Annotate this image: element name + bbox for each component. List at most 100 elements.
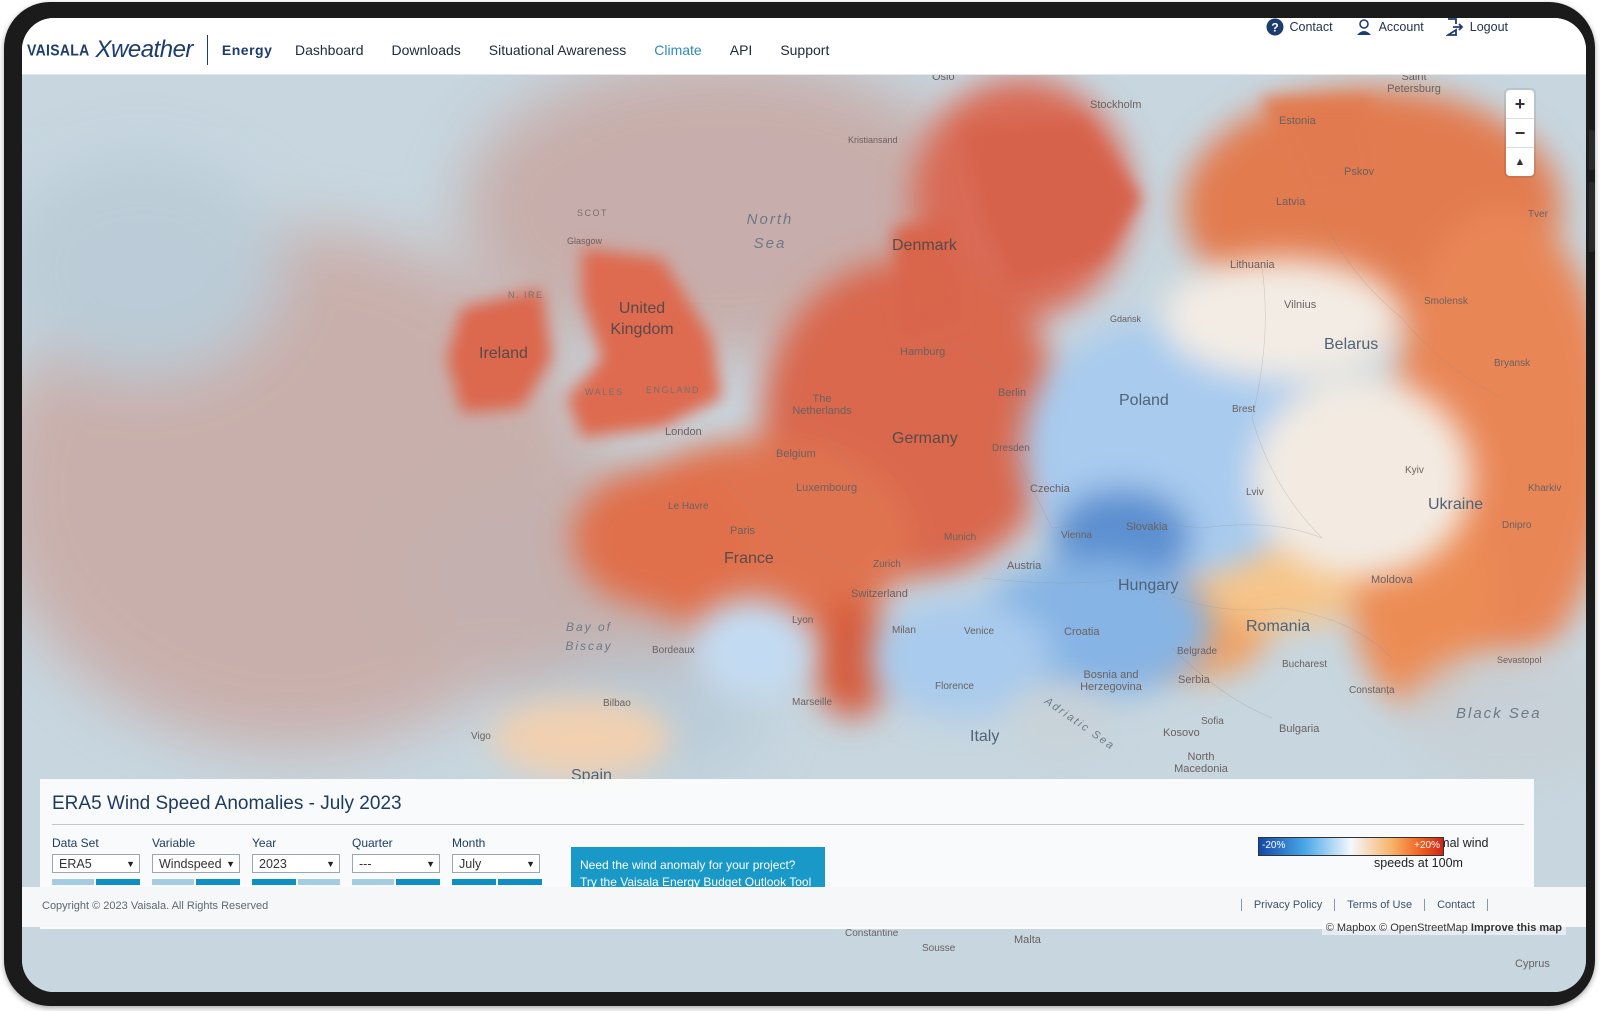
year-label: Year (252, 836, 277, 850)
month-select[interactable]: July ▼ (452, 854, 540, 873)
map-label-city: Lyon (792, 615, 814, 626)
next-button[interactable] (298, 879, 340, 885)
account-link[interactable]: Account (1355, 18, 1424, 36)
map-label-country: Poland (1119, 392, 1169, 409)
zoom-out-button[interactable]: − (1506, 119, 1534, 148)
prev-button[interactable] (252, 879, 296, 885)
map-label-country: France (724, 550, 774, 567)
dataset-label: Data Set (52, 836, 99, 850)
map-label-country: Denmark (892, 237, 957, 254)
prev-button[interactable] (452, 879, 496, 885)
next-button[interactable] (196, 879, 240, 885)
month-buttons (452, 879, 542, 885)
chevron-down-icon: ▼ (526, 858, 535, 869)
variable-select[interactable]: Windspeed ▼ (152, 854, 240, 873)
map-label-city: Dnipro (1502, 520, 1532, 531)
map-label-city: Pskov (1344, 166, 1374, 178)
nav-situational-awareness[interactable]: Situational Awareness (489, 42, 627, 58)
map-label-city: Bilbao (603, 698, 631, 709)
map-label-country: North Macedonia (1174, 751, 1228, 775)
map-label-city: Belgrade (1177, 646, 1218, 657)
reset-bearing-button[interactable]: ▲ (1506, 148, 1534, 176)
next-button[interactable] (96, 879, 140, 885)
next-button[interactable] (498, 879, 542, 885)
brand-logo[interactable]: VAISALA Xweather Energy (27, 35, 272, 65)
map-label-city: Bryansk (1494, 358, 1531, 369)
map-label-region: N. IRE (508, 290, 544, 300)
dataset-select[interactable]: ERA5 ▼ (52, 854, 140, 873)
brand-product: Energy (221, 42, 273, 58)
user-icon (1356, 19, 1371, 35)
map-label-city: Dresden (992, 443, 1030, 454)
month-label: Month (452, 836, 486, 850)
map-label-country: Germany (892, 430, 958, 447)
chevron-down-icon: ▼ (426, 858, 435, 869)
map-label-country: Hungary (1118, 577, 1179, 594)
logout-link[interactable]: Logout (1445, 18, 1508, 36)
nav-support[interactable]: Support (780, 42, 829, 58)
anomaly-legend: rmal wind -20% +20% speeds at 100m (1258, 836, 1490, 889)
map-label-city: Cyprus (1515, 958, 1550, 970)
map-label-country: The Netherlands (792, 393, 852, 417)
logout-icon (1445, 18, 1464, 36)
quarter-value: --- (359, 856, 372, 871)
variable-label: Variable (152, 836, 196, 850)
footer-contact-link[interactable]: Contact (1424, 899, 1488, 911)
panel-divider (52, 824, 1524, 825)
legend-low: -20% (1262, 840, 1286, 851)
variable-field: Variable Windspeed ▼ (152, 836, 242, 885)
copyright: Copyright © 2023 Vaisala. All Rights Res… (42, 900, 269, 912)
map-label-region: WALES (585, 387, 624, 397)
terms-of-use-link[interactable]: Terms of Use (1334, 899, 1424, 911)
main-nav: Dashboard Downloads Situational Awarenes… (295, 42, 829, 58)
quarter-select[interactable]: --- ▼ (352, 854, 440, 873)
map-label-city: Milan (892, 625, 916, 636)
map-label-country: Belarus (1324, 336, 1379, 353)
legend-caption: speeds at 100m (1374, 856, 1463, 870)
map-label-city: Sousse (922, 943, 956, 954)
map-label-city: Hamburg (900, 346, 946, 358)
map-label-city: Malta (1014, 934, 1041, 946)
contact-link[interactable]: ? Contact (1266, 18, 1333, 36)
map-label-country: Bosnia and Herzegovina (1080, 669, 1142, 693)
map-label-city: Kyiv (1405, 465, 1424, 476)
map-label-sea: Black Sea (1456, 705, 1542, 722)
year-select[interactable]: 2023 ▼ (252, 854, 340, 873)
budget-outlook-cta[interactable]: Need the wind anomaly for your project? … (571, 847, 825, 887)
nav-api[interactable]: API (730, 42, 753, 58)
map-label-country: Serbia (1178, 674, 1210, 686)
map-label-city: Constantine (845, 928, 899, 939)
side-button (1589, 182, 1595, 252)
map-label-country: Ireland (479, 345, 528, 362)
brand-vaisala: VAISALA (27, 41, 90, 59)
nav-dashboard[interactable]: Dashboard (295, 42, 364, 58)
map-label-city: Kristiansand (848, 135, 898, 145)
improve-map-link[interactable]: Improve this map (1471, 922, 1562, 934)
variable-value: Windspeed (159, 856, 222, 871)
map-label-sea: North Sea (746, 211, 794, 252)
next-button[interactable] (396, 879, 440, 885)
tablet-frame: Ireland United Kingdom Denmark The Nethe… (4, 2, 1595, 1006)
zoom-in-button[interactable]: + (1506, 90, 1534, 119)
map-label-city: Marseille (792, 697, 833, 708)
prev-button[interactable] (352, 879, 394, 885)
map-label-city: Glasgow (567, 236, 603, 246)
nav-climate[interactable]: Climate (654, 42, 701, 58)
month-value: July (459, 856, 482, 871)
legend-color-bar: -20% +20% (1258, 837, 1444, 856)
prev-button[interactable] (152, 879, 194, 885)
map-label-city: Vilnius (1284, 299, 1317, 311)
map-label-city: Paris (730, 525, 756, 537)
prev-button[interactable] (52, 879, 94, 885)
map-label-country: Italy (970, 728, 1000, 745)
attribution-text[interactable]: © Mapbox © OpenStreetMap (1326, 922, 1468, 934)
privacy-policy-link[interactable]: Privacy Policy (1240, 899, 1334, 911)
map-label-city: Stockholm (1090, 99, 1142, 111)
map-label-country: Croatia (1064, 626, 1100, 638)
nav-downloads[interactable]: Downloads (392, 42, 461, 58)
map-label-city: Kharkiv (1528, 483, 1562, 494)
map-label-country: United Kingdom (610, 300, 674, 338)
brand-divider (206, 35, 208, 65)
map-label-city: Vienna (1061, 530, 1092, 541)
logout-label: Logout (1469, 20, 1508, 34)
